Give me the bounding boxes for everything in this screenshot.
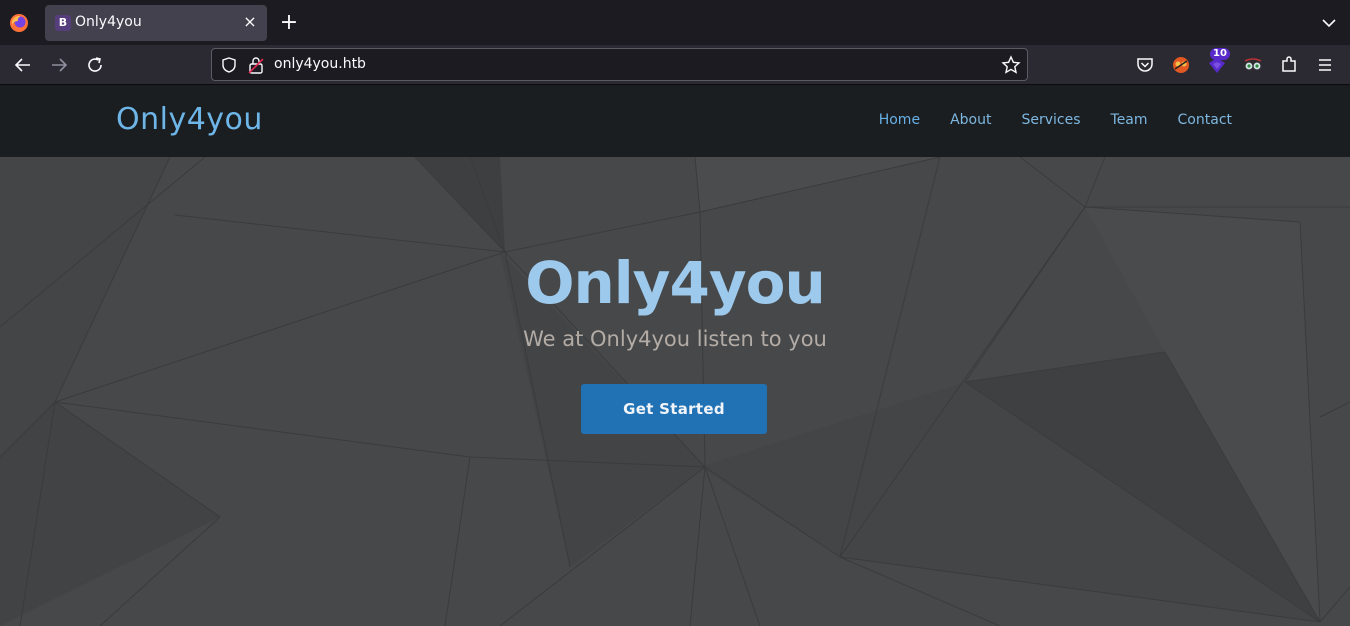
nav-team[interactable]: Team <box>1111 112 1148 128</box>
browser-toolbar: only4you.htb 10 <box>0 45 1350 85</box>
hero-section: Only4you We at Only4you listen to you Ge… <box>0 157 1350 626</box>
site-logo[interactable]: Only4you <box>116 102 263 137</box>
hero-title: Only4you <box>525 249 826 317</box>
firefox-icon[interactable] <box>9 13 29 33</box>
extension-fox-icon[interactable] <box>1170 54 1192 76</box>
reload-icon[interactable] <box>84 54 106 76</box>
nav-about[interactable]: About <box>950 112 991 128</box>
extension-glasses-icon[interactable] <box>1242 54 1264 76</box>
forward-arrow-icon[interactable] <box>48 54 70 76</box>
address-bar[interactable]: only4you.htb <box>211 48 1028 81</box>
hamburger-menu-icon[interactable] <box>1314 54 1336 76</box>
hero-subtitle: We at Only4you listen to you <box>523 327 827 351</box>
chevron-down-icon[interactable] <box>1318 12 1340 34</box>
web-page: Only4you Home About Services Team Contac… <box>0 86 1350 626</box>
browser-tab-bar: B Only4you × + <box>0 0 1350 45</box>
back-arrow-icon[interactable] <box>12 54 34 76</box>
lock-icon[interactable] <box>248 56 264 74</box>
bootstrap-favicon-icon: B <box>55 15 71 31</box>
nav-contact[interactable]: Contact <box>1178 112 1232 128</box>
site-nav: Home About Services Team Contact <box>879 112 1232 128</box>
pocket-icon[interactable] <box>1134 54 1156 76</box>
site-header: Only4you Home About Services Team Contac… <box>0 86 1350 157</box>
shield-icon[interactable] <box>220 56 238 74</box>
browser-tab[interactable]: B Only4you × <box>45 5 267 41</box>
nav-home[interactable]: Home <box>879 112 920 128</box>
close-icon[interactable]: × <box>241 13 259 31</box>
new-tab-button[interactable]: + <box>278 12 300 34</box>
tab-title: Only4you <box>75 14 142 30</box>
url-text[interactable]: only4you.htb <box>274 56 366 72</box>
extensions-puzzle-icon[interactable] <box>1278 54 1300 76</box>
extension-badge: 10 <box>1210 48 1230 60</box>
nav-services[interactable]: Services <box>1021 112 1080 128</box>
star-icon[interactable] <box>1001 55 1021 75</box>
get-started-button[interactable]: Get Started <box>581 384 767 434</box>
